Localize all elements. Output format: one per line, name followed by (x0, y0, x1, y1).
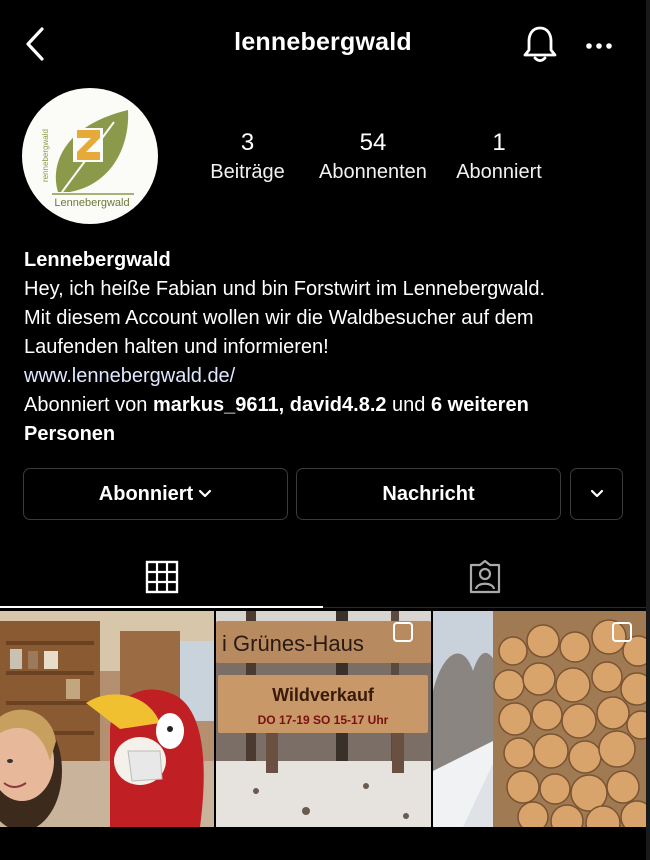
post-thumbnail[interactable]: i Grünes-Haus Wildverkauf DO 17-19 SO 15… (216, 611, 431, 827)
lennebergwald-logo: Lennebergwald rennebergwald (41, 110, 134, 209)
posts-count-label: Beiträge (210, 161, 285, 183)
bell-icon (523, 26, 557, 62)
followed-user-1: markus_9611 (152, 394, 279, 416)
chevron-down-icon (199, 489, 212, 498)
grid-icon (145, 560, 178, 594)
followers-count[interactable]: 54 Abonnenten (312, 128, 434, 186)
bio-line-3: Laufenden halten und informieren! (24, 336, 329, 358)
post-image-log-pile (433, 611, 646, 827)
followed-prefix: Abonniert von (24, 394, 153, 416)
profile-screen: lennebergwald Lennebergwald rennebergwal… (0, 0, 650, 860)
chevron-down-icon (590, 489, 603, 498)
message-button-label: Nachricht (382, 482, 475, 505)
followed-separator: , (278, 394, 290, 416)
logo-text: Lennebergwald (54, 197, 129, 209)
tab-tagged[interactable] (323, 548, 646, 606)
suggestions-dropdown-button[interactable] (570, 468, 623, 520)
top-bar: lennebergwald (0, 0, 646, 92)
notifications-button[interactable] (522, 24, 558, 64)
more-horizontal-icon (586, 43, 612, 49)
active-tab-indicator (0, 606, 323, 608)
following-count-label: Abonniert (456, 161, 542, 183)
followed-more: 6 weiteren (430, 394, 529, 416)
following-button[interactable]: Abonniert (23, 468, 288, 520)
bio-line-1: Hey, ich heiße Fabian und bin Forstwirt … (24, 278, 545, 300)
following-button-label: Abonniert (98, 482, 194, 505)
post-image-shop-parrot (0, 611, 214, 827)
post-thumbnail[interactable] (433, 611, 646, 827)
sign-line-3: DO 17-19 SO 15-17 Uhr (258, 713, 389, 727)
tab-grid[interactable] (0, 548, 323, 606)
display-name: Lennebergwald (24, 249, 171, 271)
followers-count-label: Abonnenten (319, 161, 427, 183)
posts-count-value: 3 (240, 129, 255, 156)
following-count-value: 1 (492, 129, 506, 156)
following-count[interactable]: 1 Abonniert (444, 128, 554, 186)
tab-divider (323, 607, 646, 608)
post-thumbnail[interactable] (0, 611, 214, 827)
followed-and: und (386, 394, 431, 416)
followed-by[interactable]: Abonniert von markus_9611, david4.8.2 un… (24, 391, 624, 420)
followed-user-2: david4.8.2 (289, 394, 387, 416)
posts-count[interactable]: 3 Beiträge (195, 128, 300, 186)
bio-line-2: Mit diesem Account wollen wir die Waldbe… (24, 307, 534, 329)
sign-line-1: i Grünes-Haus (222, 631, 364, 656)
profile-avatar[interactable]: Lennebergwald rennebergwald (22, 88, 158, 224)
bottom-spacer (0, 828, 646, 860)
message-button[interactable]: Nachricht (296, 468, 561, 520)
followed-more-line2: Personen (24, 423, 116, 445)
sign-line-2: Wildverkauf (272, 685, 375, 705)
tagged-person-icon (469, 559, 500, 594)
logo-side-text: rennebergwald (41, 129, 50, 182)
more-options-button[interactable] (584, 30, 614, 58)
profile-bio: Lennebergwald Hey, ich heiße Fabian und … (24, 246, 624, 449)
website-link[interactable]: www.lennebergwald.de/ (24, 362, 624, 391)
post-image-wildverkauf-sign: i Grünes-Haus Wildverkauf DO 17-19 SO 15… (216, 611, 431, 827)
followers-count-value: 54 (359, 129, 387, 156)
